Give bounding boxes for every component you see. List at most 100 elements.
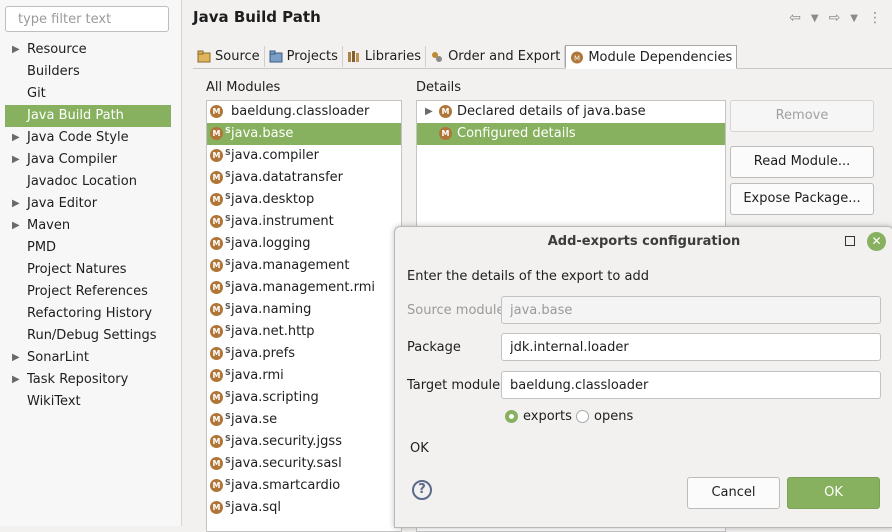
sidebar-item[interactable]: PMD — [0, 237, 181, 259]
module-row[interactable]: M Sjava.rmi — [207, 365, 401, 387]
module-icon: MS — [210, 170, 231, 184]
system-module-overlay-icon: S — [225, 434, 231, 443]
sidebar-item[interactable]: ▶ Java Editor — [0, 193, 181, 215]
module-row[interactable]: M Sjava.net.http — [207, 321, 401, 343]
module-row[interactable]: M Sjava.security.sasl — [207, 453, 401, 475]
chevron-down-icon[interactable]: ▼ — [850, 13, 858, 24]
help-icon[interactable]: ? — [412, 480, 432, 500]
sidebar-item[interactable]: Javadoc Location — [0, 171, 181, 193]
sidebar-item[interactable]: ▶ SonarLint — [0, 347, 181, 369]
module-row[interactable]: M Sjava.instrument — [207, 211, 401, 233]
details-row[interactable]: ▶ M Declared details of java.base — [417, 101, 725, 123]
chevron-right-icon[interactable]: ▶ — [12, 347, 20, 369]
chevron-right-icon[interactable]: ▶ — [12, 193, 20, 215]
header-toolbar: ⇦ ▼ ⇨ ▼ ⋮ — [789, 10, 882, 26]
details-label: Details — [416, 80, 462, 95]
module-row[interactable]: M Sjava.scripting — [207, 387, 401, 409]
preferences-sidebar: ▶ Resource Builders Git Java Build Path ▶ Java… — [0, 0, 182, 526]
module-name: java.desktop — [231, 192, 315, 207]
system-module-overlay-icon: S — [225, 412, 231, 421]
chevron-right-icon[interactable]: ▶ — [12, 215, 20, 237]
dialog-message: Enter the details of the export to add — [407, 269, 649, 284]
module-row[interactable]: Mbaeldung.classloader — [207, 101, 401, 123]
all-modules-list[interactable]: Mbaeldung.classloader M Sjava.base M Sjava.c… — [206, 100, 402, 532]
details-row[interactable]: M Configured details — [417, 123, 725, 145]
sidebar-item-label: Java Build Path — [27, 108, 124, 123]
module-row[interactable]: M Sjava.sql — [207, 497, 401, 519]
chevron-right-icon[interactable]: ▶ — [12, 369, 20, 391]
module-icon: M — [439, 105, 452, 118]
module-row[interactable]: M Sjava.management.rmi — [207, 277, 401, 299]
tab-source[interactable]: Source — [193, 46, 265, 67]
system-module-overlay-icon: S — [225, 280, 231, 289]
sidebar-item[interactable]: ▶ Java Code Style — [0, 127, 181, 149]
back-arrow-icon[interactable]: ⇦ — [789, 10, 801, 26]
module-row[interactable]: M Sjava.management — [207, 255, 401, 277]
all-modules-label: All Modules — [206, 80, 281, 95]
sidebar-item[interactable]: ▶ Java Compiler — [0, 149, 181, 171]
tab-order-and-export[interactable]: Order and Export — [426, 46, 566, 67]
module-row[interactable]: M Sjava.desktop — [207, 189, 401, 211]
package-field[interactable] — [501, 333, 881, 361]
chevron-right-icon[interactable]: ▶ — [12, 149, 20, 171]
maximize-icon[interactable] — [845, 236, 855, 246]
module-icon: MS — [210, 368, 231, 382]
sidebar-item[interactable]: Project References — [0, 281, 181, 303]
details-label: Declared details of java.base — [457, 104, 646, 119]
system-module-overlay-icon: S — [225, 324, 231, 333]
sidebar-item[interactable]: ▶ Resource — [0, 39, 181, 61]
filter-input[interactable] — [5, 6, 169, 32]
module-icon: MS — [210, 214, 231, 228]
module-icon: MS — [210, 192, 231, 206]
module-row[interactable]: M Sjava.prefs — [207, 343, 401, 365]
expose-package-button[interactable]: Expose Package... — [730, 183, 874, 215]
exports-radio[interactable]: exports — [505, 409, 572, 424]
sidebar-item[interactable]: Refactoring History — [0, 303, 181, 325]
libraries-icon — [347, 50, 361, 63]
module-name: java.management.rmi — [231, 280, 375, 295]
sidebar-item[interactable]: WikiText — [0, 391, 181, 413]
tab-projects[interactable]: Projects — [265, 46, 343, 67]
sidebar-item[interactable]: ▶ Maven — [0, 215, 181, 237]
module-row[interactable]: M Sjava.base — [207, 123, 401, 145]
system-module-overlay-icon: S — [225, 302, 231, 311]
forward-arrow-icon[interactable]: ⇨ — [829, 10, 841, 26]
cancel-button[interactable]: Cancel — [687, 477, 780, 509]
tab-libraries[interactable]: Libraries — [343, 46, 427, 67]
remove-button[interactable]: Remove — [730, 100, 874, 132]
read-module-button[interactable]: Read Module... — [730, 146, 874, 178]
sidebar-item[interactable]: ▶ Task Repository — [0, 369, 181, 391]
module-row[interactable]: M Sjava.security.jgss — [207, 431, 401, 453]
tab-module-dependencies[interactable]: M Module Dependencies — [565, 45, 738, 69]
opens-radio[interactable]: opens — [576, 409, 633, 424]
sidebar-item-label: Project References — [27, 284, 148, 299]
sidebar-item[interactable]: Git — [0, 83, 181, 105]
sidebar-item-label: Task Repository — [27, 372, 129, 387]
module-row[interactable]: M Sjava.se — [207, 409, 401, 431]
system-module-overlay-icon: S — [225, 170, 231, 179]
ok-button[interactable]: OK — [787, 477, 880, 509]
module-name: java.security.jgss — [231, 434, 342, 449]
sidebar-item[interactable]: Project Natures — [0, 259, 181, 281]
chevron-right-icon[interactable]: ▶ — [12, 39, 20, 61]
module-name: java.security.sasl — [231, 456, 342, 471]
chevron-down-icon[interactable]: ▼ — [811, 13, 819, 24]
system-module-overlay-icon: S — [225, 126, 231, 135]
module-row[interactable]: M Sjava.naming — [207, 299, 401, 321]
module-row[interactable]: M Sjava.logging — [207, 233, 401, 255]
module-row[interactable]: M Sjava.smartcardio — [207, 475, 401, 497]
chevron-right-icon[interactable]: ▶ — [12, 127, 20, 149]
sidebar-item[interactable]: Builders — [0, 61, 181, 83]
sidebar-item-label: Refactoring History — [27, 306, 153, 321]
preferences-nav: ▶ Resource Builders Git Java Build Path ▶ Java… — [0, 39, 181, 413]
module-row[interactable]: M Sjava.compiler — [207, 145, 401, 167]
module-name: java.rmi — [231, 368, 284, 383]
view-menu-icon[interactable]: ⋮ — [868, 10, 882, 26]
module-row[interactable]: M Sjava.datatransfer — [207, 167, 401, 189]
sidebar-item[interactable]: Run/Debug Settings — [0, 325, 181, 347]
close-icon[interactable]: ✕ — [867, 232, 886, 251]
tab-bar: Source Projects Libraries Order and Export M… — [193, 45, 892, 69]
sidebar-item[interactable]: Java Build Path — [5, 105, 171, 127]
target-module-field[interactable] — [501, 371, 881, 399]
chevron-right-icon[interactable]: ▶ — [425, 101, 433, 123]
